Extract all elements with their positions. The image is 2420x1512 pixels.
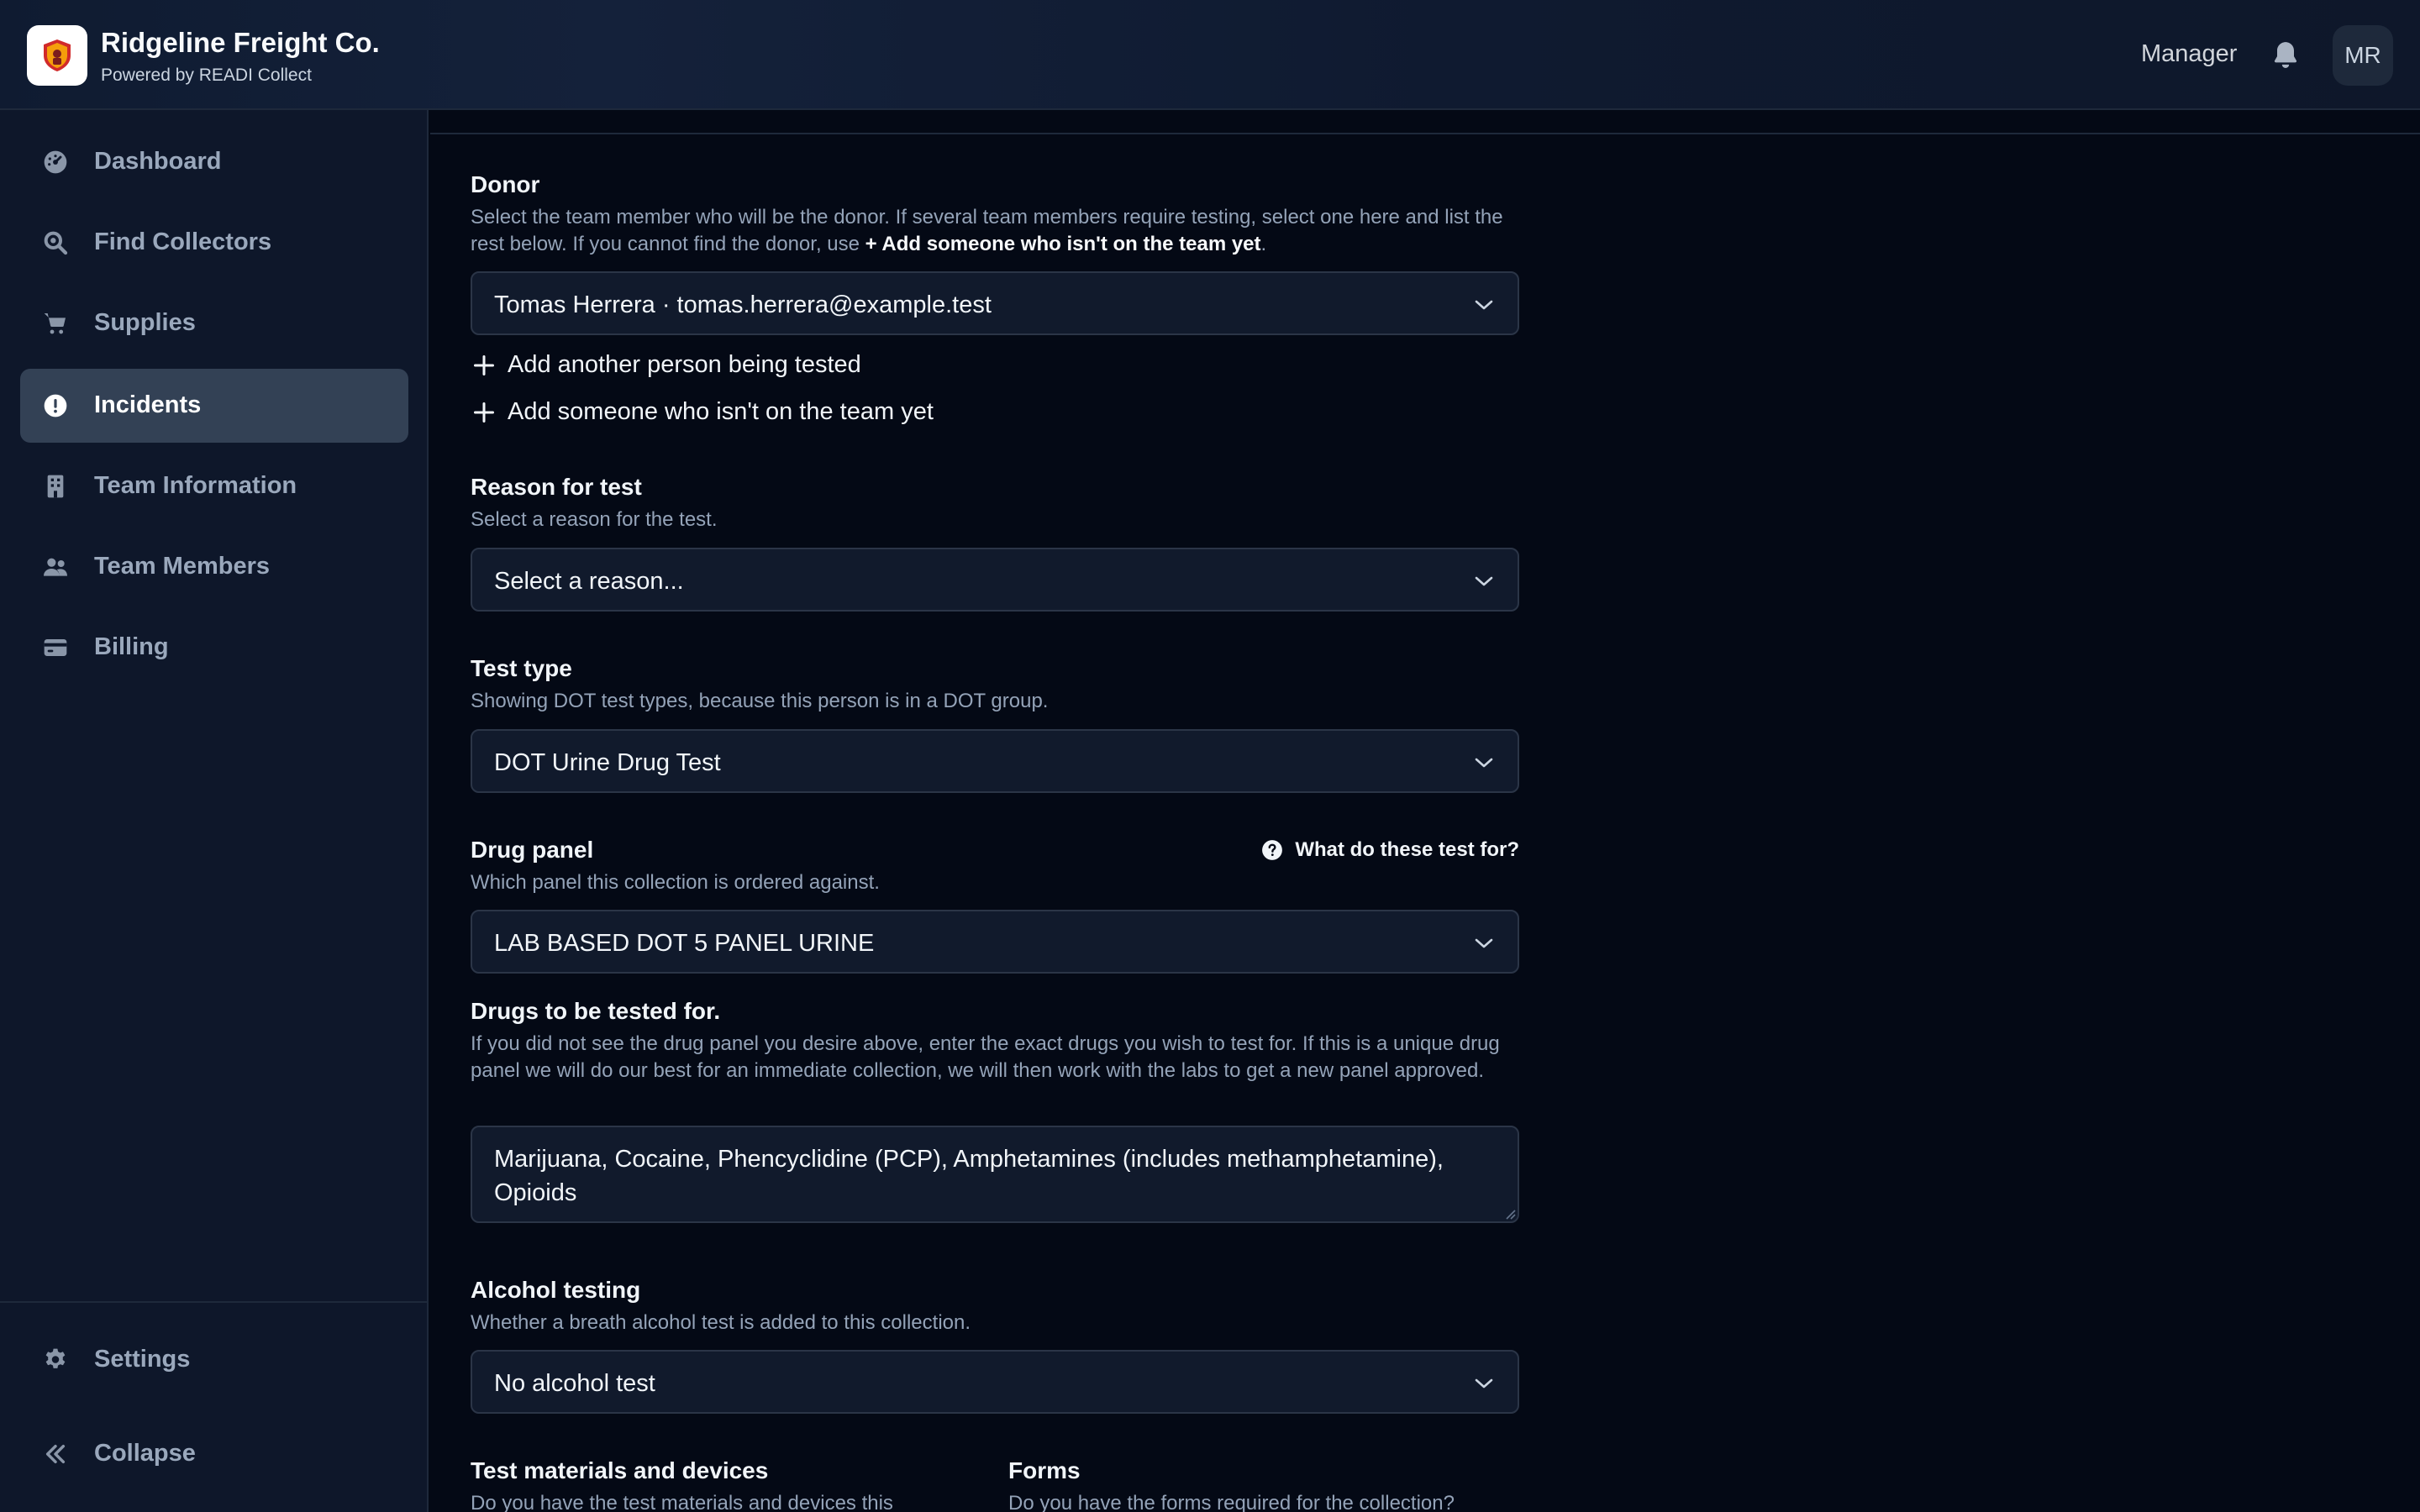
question-circle-icon — [1262, 840, 1283, 860]
settings-label: Settings — [94, 1346, 191, 1373]
sidebar-item-supplies[interactable]: Supplies — [20, 286, 408, 360]
alcohol-title: Alcohol testing — [471, 1277, 641, 1303]
building-icon — [47, 475, 64, 498]
drugs-description: If you did not see the drug panel you de… — [471, 1032, 1500, 1082]
add-another-person-button[interactable]: Add another person being tested — [472, 351, 861, 379]
drugs-textarea-value: Marijuana, Cocaine, Phencyclidine (PCP),… — [494, 1146, 1444, 1206]
sidebar-divider — [0, 1301, 429, 1303]
drugs-title: Drugs to be tested for. — [471, 998, 721, 1024]
drugs-textarea[interactable]: Marijuana, Cocaine, Phencyclidine (PCP),… — [471, 1126, 1519, 1223]
drug-panel-select[interactable]: LAB BASED DOT 5 PANEL URINE — [471, 910, 1519, 974]
chevron-down-icon — [1475, 576, 1493, 586]
drug-panel-title: Drug panel — [471, 837, 594, 863]
bell-icon[interactable] — [2269, 39, 2302, 72]
reason-title: Reason for test — [471, 474, 642, 500]
sidebar: Dashboard Find Collectors Supplies Incid… — [0, 110, 429, 1512]
drug-panel-help-label: What do these test for? — [1295, 838, 1519, 861]
sidebar-item-team-information[interactable]: Team Information — [20, 449, 408, 523]
chevron-down-icon — [1475, 758, 1493, 768]
sidebar-item-incidents[interactable]: Incidents — [20, 369, 408, 443]
materials-description: Do you have the test materials and devic… — [471, 1492, 893, 1512]
chevron-down-icon — [1475, 300, 1493, 310]
forms-title: Forms — [1008, 1457, 1081, 1483]
add-new-team-member-label: Add someone who isn't on the team yet — [508, 398, 934, 425]
plus-icon — [473, 354, 495, 375]
sidebar-item-team-members[interactable]: Team Members — [20, 530, 408, 604]
sidebar-item-label: Billing — [94, 633, 169, 660]
collapse-label: Collapse — [94, 1440, 196, 1467]
shield-logo-icon — [44, 39, 71, 71]
reason-description: Select a reason for the test. — [471, 508, 718, 531]
alert-icon — [44, 394, 67, 417]
test-type-title: Test type — [471, 655, 572, 681]
forms-description: Do you have the forms required for the c… — [1008, 1492, 1455, 1512]
plus-icon — [473, 402, 495, 423]
sidebar-item-label: Dashboard — [94, 148, 222, 175]
top-header: Ridgeline Freight Co. Powered by READI C… — [0, 0, 2420, 110]
users-icon — [44, 558, 67, 576]
sidebar-item-find-collectors[interactable]: Find Collectors — [20, 206, 408, 280]
sidebar-item-label: Team Members — [94, 553, 270, 580]
company-name: Ridgeline Freight Co. — [101, 27, 380, 58]
add-another-person-label: Add another person being tested — [508, 351, 861, 378]
alcohol-description: Whether a breath alcohol test is added t… — [471, 1311, 971, 1334]
drug-panel-select-value: LAB BASED DOT 5 PANEL URINE — [494, 930, 875, 957]
materials-title: Test materials and devices — [471, 1457, 769, 1483]
user-avatar[interactable]: MR — [2333, 25, 2393, 86]
gear-icon — [45, 1348, 66, 1368]
role-label[interactable]: Manager — [2141, 40, 2237, 68]
sidebar-item-dashboard[interactable]: Dashboard — [20, 125, 408, 199]
powered-by-text: Powered by READI Collect — [101, 66, 312, 85]
double-chevron-left-icon — [45, 1444, 66, 1464]
chevron-down-icon — [1475, 938, 1493, 948]
sidebar-item-billing[interactable]: Billing — [20, 611, 408, 685]
test-type-select-value: DOT Urine Drug Test — [494, 749, 721, 776]
drug-panel-help-link[interactable]: What do these test for? — [1260, 838, 1519, 862]
donor-description: Select the team member who will be the d… — [471, 204, 1521, 258]
donor-select[interactable]: Tomas Herrera · tomas.herrera@example.te… — [471, 271, 1519, 335]
sidebar-item-label: Incidents — [94, 391, 202, 418]
resize-handle-icon[interactable] — [1502, 1206, 1516, 1220]
donor-select-value: Tomas Herrera · tomas.herrera@example.te… — [494, 291, 992, 318]
drug-panel-description: Which panel this collection is ordered a… — [471, 871, 880, 894]
credit-card-icon — [44, 639, 67, 656]
company-logo — [27, 25, 87, 86]
test-type-select[interactable]: DOT Urine Drug Test — [471, 729, 1519, 793]
search-icon — [44, 231, 68, 255]
sidebar-item-label: Find Collectors — [94, 228, 272, 255]
donor-desc-end: . — [1260, 233, 1267, 255]
add-new-team-member-button[interactable]: Add someone who isn't on the team yet — [472, 398, 934, 426]
dashboard-icon — [44, 150, 67, 174]
sidebar-item-label: Team Information — [94, 472, 297, 499]
test-type-description: Showing DOT test types, because this per… — [471, 690, 1049, 712]
section-divider — [430, 133, 2420, 134]
chevron-down-icon — [1475, 1378, 1493, 1389]
reason-select[interactable]: Select a reason... — [471, 548, 1519, 612]
donor-title: Donor — [471, 171, 540, 197]
cart-icon — [44, 313, 66, 334]
alcohol-select[interactable]: No alcohol test — [471, 1350, 1519, 1414]
sidebar-item-settings[interactable]: Settings — [20, 1323, 408, 1397]
alcohol-select-value: No alcohol test — [494, 1370, 655, 1397]
donor-desc-bold: + Add someone who isn't on the team yet — [865, 233, 1261, 255]
sidebar-item-label: Supplies — [94, 309, 196, 336]
sidebar-collapse[interactable]: Collapse — [20, 1417, 408, 1491]
reason-select-value: Select a reason... — [494, 568, 684, 595]
